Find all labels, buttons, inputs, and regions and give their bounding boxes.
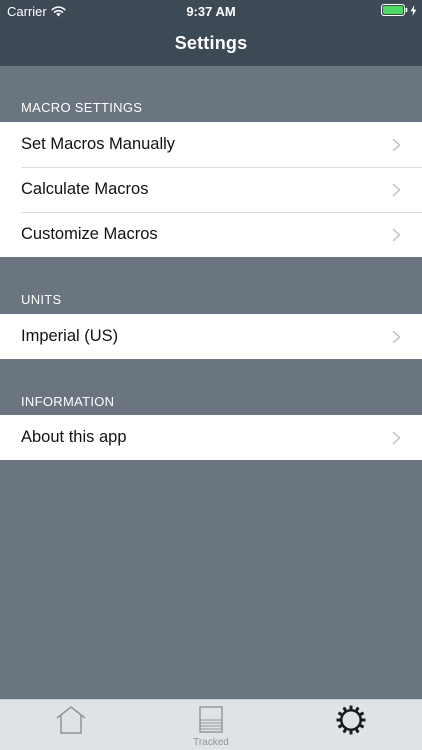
chevron-right-icon [392, 138, 401, 151]
row-label: Set Macros Manually [21, 135, 176, 153]
page-title: Settings [174, 33, 248, 53]
home-icon [56, 706, 86, 734]
calculate-macros-row[interactable]: Calculate Macros [0, 167, 422, 212]
chevron-right-icon [392, 183, 401, 196]
bolt-icon [410, 4, 417, 16]
tab-bar: Tracked [0, 699, 422, 750]
tracked-icon [199, 706, 223, 733]
battery-indicator [381, 4, 417, 16]
row-label: Customize Macros [21, 225, 158, 243]
tab-home[interactable] [31, 700, 111, 750]
imperial-units-row[interactable]: Imperial (US) [0, 314, 422, 359]
row-label: About this app [21, 428, 127, 446]
battery-icon [381, 4, 408, 16]
chevron-right-icon [392, 431, 401, 444]
tab-tracked[interactable]: Tracked [171, 700, 251, 750]
set-macros-manually-row[interactable]: Set Macros Manually [0, 122, 422, 167]
navigation-bar: Carrier 9:37 AM Settings [0, 0, 422, 66]
tab-settings[interactable] [311, 700, 391, 750]
macro-settings-group: Set Macros Manually Calculate Macros Cus… [0, 122, 422, 257]
units-group: Imperial (US) [0, 314, 422, 359]
clock: 9:37 AM [186, 4, 236, 19]
tab-label: Tracked [193, 737, 229, 748]
status-bar: Carrier 9:37 AM [0, 0, 422, 22]
section-header-macro-settings: MACRO SETTINGS [21, 100, 143, 115]
section-header-information: INFORMATION [21, 394, 115, 409]
customize-macros-row[interactable]: Customize Macros [0, 212, 422, 257]
row-label: Imperial (US) [21, 327, 119, 345]
row-label: Calculate Macros [21, 180, 149, 198]
section-header-units: UNITS [21, 292, 62, 307]
chevron-right-icon [392, 330, 401, 343]
about-this-app-row[interactable]: About this app [0, 415, 422, 460]
information-group: About this app [0, 415, 422, 460]
gear-icon [336, 705, 366, 735]
chevron-right-icon [392, 228, 401, 241]
